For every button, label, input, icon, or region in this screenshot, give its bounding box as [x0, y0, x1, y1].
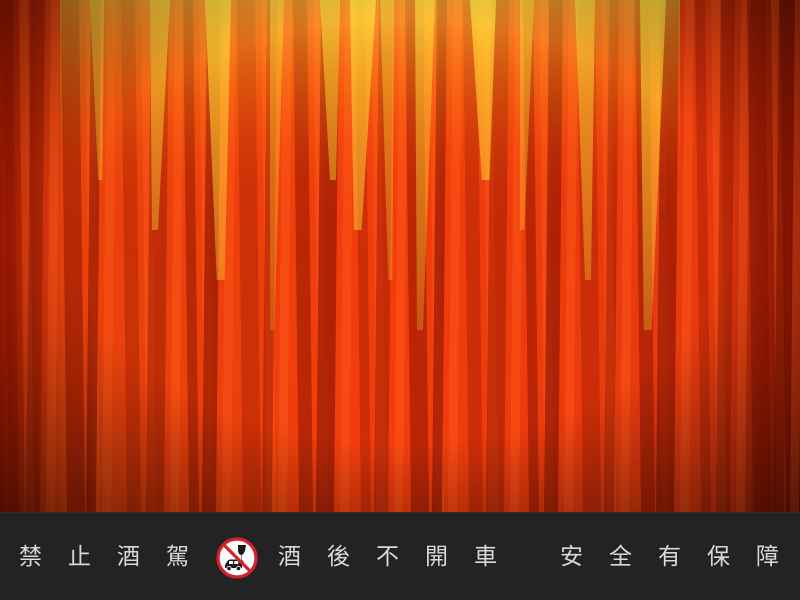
- slogan-no-drunk-driving: 禁止酒駕: [19, 544, 215, 570]
- no-drink-driving-icon: [216, 537, 258, 579]
- red-curtain: [0, 0, 800, 512]
- slogan-safety-guaranteed: 安全有保障: [560, 544, 800, 570]
- poster: 禁止酒駕 酒後不開車 安全有保障: [0, 0, 800, 600]
- footer-bar: 禁止酒駕 酒後不開車 安全有保障: [0, 512, 800, 600]
- slogan-dont-drive-after-drinking: 酒後不開車: [278, 544, 523, 570]
